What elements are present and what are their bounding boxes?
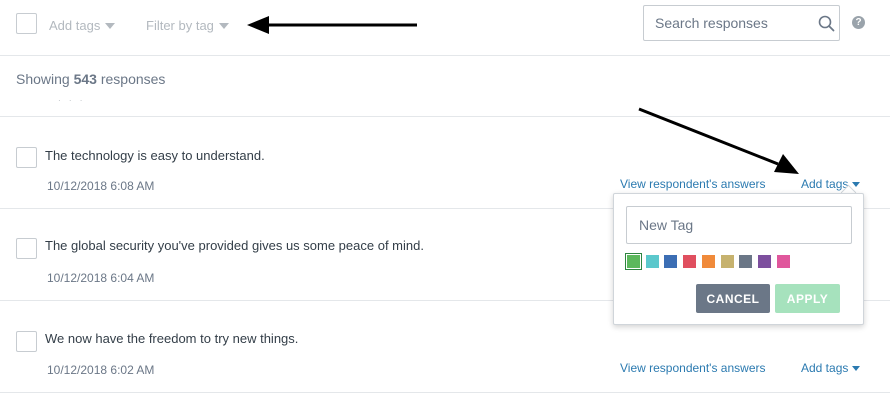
color-swatch[interactable] — [720, 255, 734, 268]
response-checkbox[interactable] — [16, 147, 37, 168]
response-checkbox[interactable] — [16, 331, 37, 352]
filter-by-tag-label: Filter by tag — [146, 18, 214, 33]
tag-popup: CANCEL APPLY — [613, 193, 864, 325]
add-tags-link-label: Add tags — [801, 177, 849, 191]
annotation-arrow-diagonal — [638, 107, 799, 174]
cancel-button[interactable]: CANCEL — [696, 284, 770, 313]
chevron-down-icon — [218, 22, 229, 29]
add-tags-link[interactable]: Add tags — [801, 361, 861, 375]
response-count-suffix: responses — [100, 71, 166, 87]
response-date: 10/12/2018 6:08 AM — [47, 179, 155, 193]
response-date: 10/12/2018 6:02 AM — [47, 363, 155, 377]
response-text: The technology is easy to understand. — [45, 148, 265, 163]
color-swatch[interactable] — [739, 255, 753, 268]
add-tags-dropdown[interactable]: Add tags — [49, 18, 116, 33]
color-swatch[interactable] — [645, 255, 659, 268]
filter-by-tag-dropdown[interactable]: Filter by tag — [146, 18, 229, 33]
chevron-down-icon — [105, 22, 116, 29]
response-count-prefix: Showing — [16, 71, 70, 87]
color-swatch[interactable] — [625, 253, 642, 270]
help-icon[interactable]: ? — [852, 16, 865, 29]
search-box — [643, 5, 840, 41]
select-all-checkbox[interactable] — [16, 13, 37, 34]
view-respondent-answers-link[interactable]: View respondent's answers — [620, 177, 765, 191]
annotation-arrow-left — [247, 16, 417, 34]
color-swatch[interactable] — [683, 255, 697, 268]
color-swatch[interactable] — [701, 255, 715, 268]
response-date: 10/12/2018 6:04 AM — [47, 271, 155, 285]
chevron-down-icon — [852, 181, 861, 187]
response-checkbox[interactable] — [16, 238, 37, 259]
loading-dots: · · · — [58, 96, 86, 105]
color-swatch[interactable] — [757, 255, 771, 268]
response-count: Showing 543 responses — [16, 71, 165, 87]
chevron-down-icon — [852, 365, 861, 371]
add-tags-link-label: Add tags — [801, 361, 849, 375]
color-swatch[interactable] — [776, 255, 790, 268]
apply-button[interactable]: APPLY — [775, 284, 840, 313]
divider — [0, 392, 890, 393]
search-input[interactable] — [644, 6, 809, 40]
color-swatch[interactable] — [664, 255, 678, 268]
view-respondent-answers-link[interactable]: View respondent's answers — [620, 361, 765, 375]
new-tag-input[interactable] — [626, 206, 852, 244]
search-icon[interactable] — [818, 15, 835, 32]
response-text: We now have the freedom to try new thing… — [45, 331, 299, 346]
add-tags-label: Add tags — [49, 18, 101, 33]
response-count-value: 543 — [73, 71, 97, 87]
response-text: The global security you've provided give… — [45, 238, 424, 253]
toolbar: Add tags Filter by tag ? — [0, 0, 890, 56]
